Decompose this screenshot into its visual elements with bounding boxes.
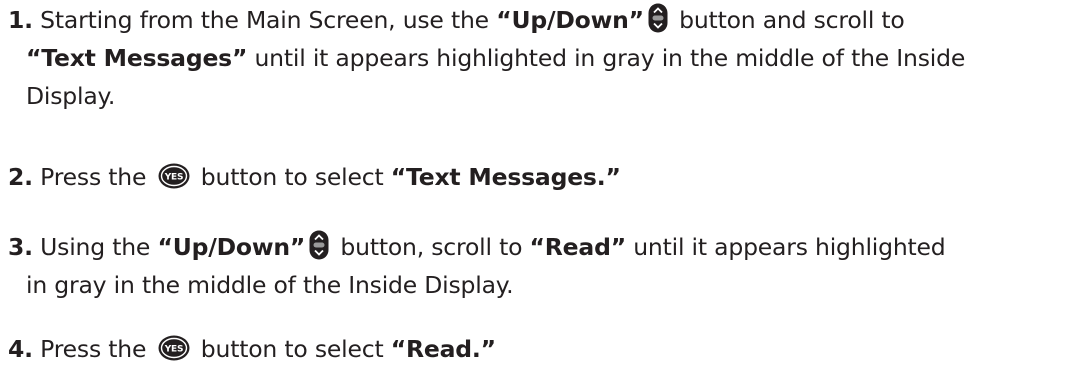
step-text: Using the (40, 233, 158, 261)
yes-button-icon: YES (158, 163, 190, 189)
step-text: until it appears highlighted in gray in … (247, 44, 966, 72)
step-text: in gray in the middle of the Inside Disp… (26, 271, 514, 299)
step-emphasis: “Text Messages” (26, 44, 248, 72)
instruction-list: 1. Starting from the Main Screen, use th… (0, 0, 1073, 381)
step-number: 2. (8, 163, 33, 191)
step-text: button, scroll to (333, 233, 530, 261)
step-number: 1. (8, 6, 33, 34)
step-emphasis: “Text Messages.” (390, 163, 621, 191)
yes-button-icon: YES (158, 335, 190, 361)
up-down-button-icon (309, 230, 329, 260)
step-4-line-1: 4. Press the YES button to select “Read.… (8, 335, 496, 363)
step-4: 4. Press the YES button to select “Read.… (8, 330, 1068, 368)
step-text: button to select (193, 335, 391, 363)
step-emphasis: “Read.” (390, 335, 496, 363)
step-text: Starting from the (40, 6, 246, 34)
step-text: button to select (193, 163, 391, 191)
step-emphasis: “Read” (529, 233, 627, 261)
yes-button-label: YES (163, 345, 183, 355)
step-text: button and scroll to (671, 6, 905, 34)
step-text: Press the (40, 163, 154, 191)
up-down-button-icon (648, 3, 668, 33)
step-text: , use the (388, 6, 497, 34)
step-emphasis: “Up/Down” (496, 6, 644, 34)
step-2: 2. Press the YES button to select “Text … (8, 158, 1068, 196)
step-number: 4. (8, 335, 33, 363)
step-emphasis: “Up/Down” (157, 233, 306, 261)
step-1-line-1: 1. Starting from the Main Screen, use th… (8, 3, 905, 34)
step-3: 3. Using the “Up/Down” button, scroll to… (8, 228, 1068, 304)
step-text: Display. (26, 82, 116, 110)
step-3-line-1: 3. Using the “Up/Down” button, scroll to… (8, 230, 946, 261)
step-1: 1. Starting from the Main Screen, use th… (8, 1, 1068, 115)
step-1-line-3: Display. (8, 77, 1068, 115)
step-number: 3. (8, 233, 33, 261)
step-2-line-1: 2. Press the YES button to select “Text … (8, 163, 621, 191)
step-text: until it appears highlighted (625, 233, 946, 261)
step-3-line-2: in gray in the middle of the Inside Disp… (8, 266, 1068, 304)
step-1-line-2: “Text Messages” until it appears highlig… (8, 39, 1068, 77)
step-emphasis: Main Screen (245, 6, 389, 34)
yes-button-label: YES (163, 173, 183, 183)
step-text: Press the (40, 335, 154, 363)
